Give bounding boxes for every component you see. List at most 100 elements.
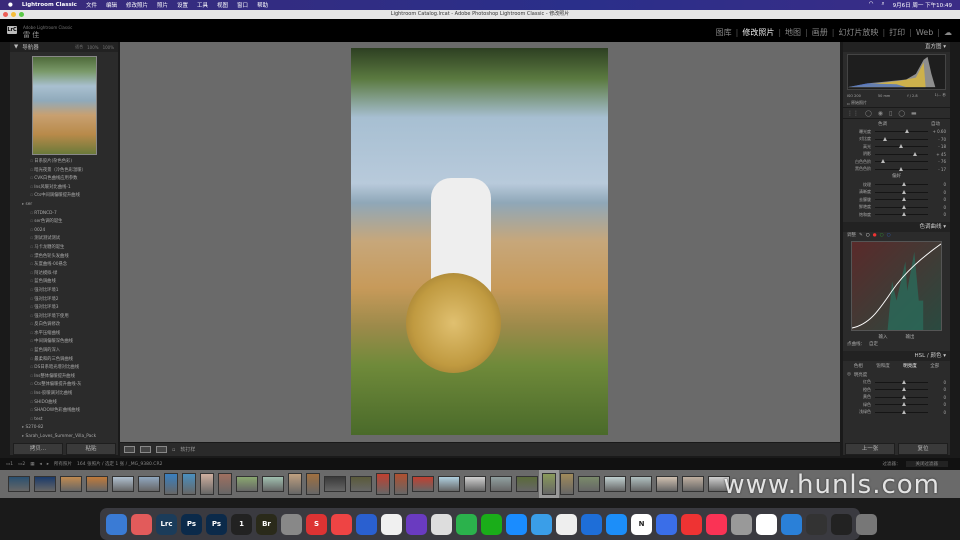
main-photo[interactable] (351, 48, 608, 435)
filmstrip-thumbnail[interactable] (164, 473, 178, 495)
slider-value[interactable]: 0 (932, 380, 946, 385)
preset-item[interactable]: 漂色色轮头发曲线 (10, 253, 118, 262)
dock-app-icon[interactable] (331, 513, 352, 535)
module-develop[interactable]: 修改照片 (742, 27, 774, 38)
tab-hue[interactable]: 色相 (854, 363, 863, 369)
zoom-fit[interactable]: 适合 (75, 44, 83, 50)
filmstrip-thumbnail[interactable] (262, 476, 284, 492)
slider-value[interactable]: - 17 (932, 167, 946, 172)
slider-knob[interactable] (901, 409, 906, 414)
slider-value[interactable]: + 45 (932, 152, 946, 157)
dock-app-icon[interactable] (806, 513, 827, 535)
slider-track[interactable] (875, 387, 928, 392)
filmstrip-thumbnail[interactable] (578, 476, 600, 492)
menu-settings[interactable]: 设置 (177, 1, 188, 9)
slider-value[interactable]: 0 (932, 402, 946, 407)
preset-item[interactable]: 强对比环境2 (10, 296, 118, 305)
filmstrip-thumbnail[interactable] (60, 476, 82, 492)
clock[interactable]: 9月6日 周一 下午10:49 (893, 1, 952, 9)
preset-item[interactable]: 蓝色调的深入 (10, 347, 118, 356)
crop-tool-icon[interactable]: ⋮⋮ (847, 110, 859, 117)
navigator-preview[interactable] (32, 56, 97, 155)
preset-item[interactable]: 强对比环境1 (10, 287, 118, 296)
dock-app-icon[interactable]: Lrc (156, 513, 177, 535)
filmstrip-thumbnail[interactable] (682, 476, 704, 492)
slider-knob[interactable] (901, 204, 906, 209)
preset-folder[interactable]: ser (10, 201, 118, 210)
filmstrip-thumbnail[interactable] (350, 476, 372, 492)
dock-app-icon[interactable] (531, 513, 552, 535)
slider-value[interactable]: 0 (932, 387, 946, 392)
apple-icon[interactable]: ● (8, 2, 13, 8)
filmstrip-thumbnail[interactable] (560, 473, 574, 495)
slider-track[interactable] (875, 144, 928, 149)
module-print[interactable]: 打印 (889, 27, 905, 38)
dock-app-icon[interactable] (581, 513, 602, 535)
preset-item[interactable]: Ins-胶暖调对比曲线 (10, 390, 118, 399)
preset-item[interactable]: ser色调的诞生 (10, 218, 118, 227)
preset-item[interactable]: 强对比环境3 (10, 304, 118, 313)
tone-curve-header[interactable]: 色调曲线 ▾ (843, 221, 950, 232)
dock-app-icon[interactable] (656, 513, 677, 535)
preset-item[interactable]: 反白色调修改 (10, 321, 118, 330)
dock-app-icon[interactable]: Br (256, 513, 277, 535)
slider-knob[interactable] (901, 182, 906, 187)
tab-saturation[interactable]: 饱和度 (876, 363, 890, 369)
slider-track[interactable] (875, 402, 928, 407)
slider-knob[interactable] (899, 166, 904, 171)
reset-button[interactable]: 复位 (898, 443, 948, 455)
minimize-button[interactable] (11, 12, 16, 17)
menu-photo[interactable]: 照片 (157, 1, 168, 9)
preset-item[interactable]: SHIDO曲线 (10, 399, 118, 408)
preset-item[interactable]: 中间调偏暖深色曲线 (10, 338, 118, 347)
navigator-header[interactable]: ▼ 导航器 适合 100% 100% (10, 42, 118, 52)
slider-value[interactable]: 0 (932, 205, 946, 210)
preset-item[interactable]: CVK白色曲线应用参数 (10, 175, 118, 184)
menu-view[interactable]: 视图 (217, 1, 228, 9)
slider-track[interactable] (875, 204, 928, 209)
zoom-button[interactable] (19, 12, 24, 17)
target-adjust-icon[interactable]: ◎ (847, 372, 851, 377)
back-icon[interactable]: ◂ (40, 462, 42, 467)
filmstrip-thumbnail[interactable] (539, 470, 559, 498)
module-web[interactable]: Web (916, 28, 933, 37)
point-curve-select[interactable]: 自定 (869, 341, 878, 347)
preset-item[interactable]: SHADOW色彩曲线曲线 (10, 407, 118, 416)
preset-item[interactable]: Cts整体偏暖提升曲线-灰 (10, 381, 118, 390)
module-map[interactable]: 地图 (785, 27, 801, 38)
module-book[interactable]: 画册 (812, 27, 828, 38)
dock-app-icon[interactable] (281, 513, 302, 535)
slider-track[interactable] (875, 212, 928, 217)
dock-app-icon[interactable] (481, 513, 502, 535)
preset-item[interactable]: 蓝色调曲线 (10, 278, 118, 287)
filmstrip-thumbnail[interactable] (394, 473, 408, 495)
slider-knob[interactable] (882, 136, 887, 141)
filmstrip-thumbnail[interactable] (288, 473, 302, 495)
filmstrip-thumbnail[interactable] (200, 473, 214, 495)
slider-track[interactable] (875, 182, 928, 187)
source-label[interactable]: 所有照片 (54, 461, 72, 467)
preset-item[interactable]: test (10, 416, 118, 425)
slider-track[interactable] (875, 189, 928, 194)
filmstrip-thumbnail[interactable] (218, 473, 232, 495)
slider-value[interactable]: - 18 (932, 144, 946, 149)
slider-track[interactable] (875, 151, 928, 156)
graduated-filter-icon[interactable]: ▯ (889, 110, 892, 117)
close-button[interactable] (3, 12, 8, 17)
preset-item[interactable]: 灰度曲线-00悬念 (10, 261, 118, 270)
filmstrip-thumbnail[interactable] (630, 476, 652, 492)
loupe-view-icon[interactable] (124, 446, 135, 453)
zoom-100[interactable]: 100% (87, 45, 98, 50)
preset-item[interactable]: Cts中间调偏暖提升曲线 (10, 192, 118, 201)
slider-value[interactable]: 0 (932, 197, 946, 202)
slider-track[interactable] (875, 409, 928, 414)
menu-file[interactable]: 文件 (86, 1, 97, 9)
filmstrip-thumbnail[interactable] (412, 476, 434, 492)
slider-track[interactable] (875, 136, 928, 141)
slider-knob[interactable] (901, 379, 906, 384)
slider-value[interactable]: - 70 (932, 137, 946, 142)
wifi-icon[interactable]: ◠ (869, 1, 874, 9)
filmstrip-thumbnail[interactable] (306, 473, 320, 495)
preset-item[interactable]: 强对比环境下使用 (10, 313, 118, 322)
filmstrip-thumbnail[interactable] (464, 476, 486, 492)
